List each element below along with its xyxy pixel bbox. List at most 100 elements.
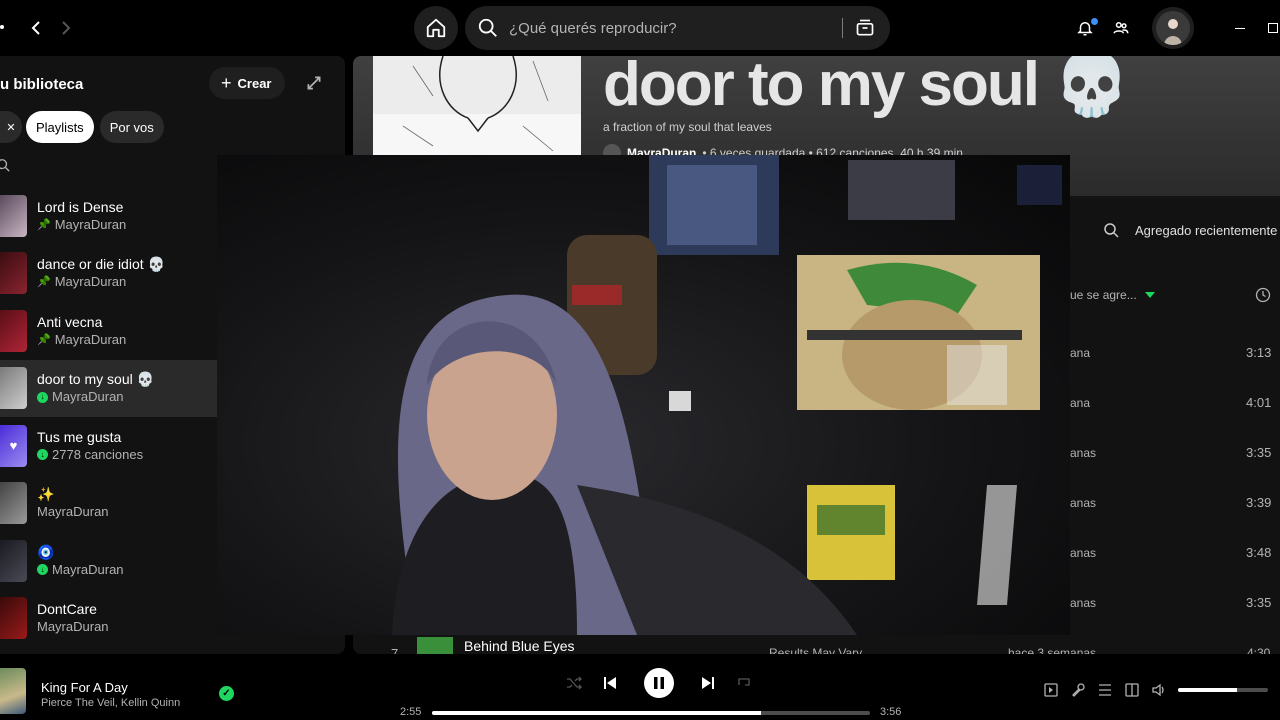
total-time: 3:56	[880, 706, 902, 718]
volume-slider[interactable]	[1178, 688, 1268, 692]
library-search-icon[interactable]	[0, 158, 10, 172]
chip-playlists[interactable]: Playlists	[26, 111, 94, 143]
track-album[interactable]: Results May Vary	[769, 646, 862, 654]
track-row[interactable]: 7 Behind Blue Eyes Results May Vary hace…	[353, 634, 1280, 654]
track-added: hace 3 semanas	[1008, 646, 1097, 654]
now-playing-view-icon[interactable]	[1043, 682, 1059, 698]
avatar[interactable]	[1152, 7, 1194, 49]
library-item-text: DontCare MayraDuran	[37, 600, 109, 636]
now-playing-cover[interactable]	[0, 668, 26, 714]
library-item[interactable]: ✨ MayraDuran	[0, 475, 217, 533]
avatar-image	[1156, 11, 1190, 45]
now-playing-title[interactable]: King For A Day	[41, 680, 128, 695]
clear-filter-button[interactable]: ✕	[0, 111, 22, 143]
microphone-icon[interactable]	[1070, 682, 1086, 698]
library-item[interactable]: Anti vecna 📌 MayraDuran	[0, 302, 217, 360]
track-added: ana	[1070, 346, 1091, 360]
filter-chips: ✕ Playlists Por vos	[0, 111, 164, 143]
search-in-playlist-icon[interactable]	[1103, 222, 1119, 238]
previous-button[interactable]	[598, 671, 622, 695]
library-item-thumbnail: ♥	[0, 424, 27, 467]
search-input[interactable]	[509, 19, 829, 37]
volume-icon[interactable]	[1151, 682, 1167, 698]
webcam-feed-image	[392, 155, 1062, 635]
now-playing-artist[interactable]: Pierce The Veil, Kellin Quinn	[41, 697, 180, 709]
search-bar[interactable]	[465, 6, 890, 50]
track-duration: 3:35	[1246, 445, 1272, 460]
library-item-subtitle: 📌 MayraDuran	[37, 216, 126, 234]
chevron-left-icon	[31, 21, 40, 35]
expand-icon[interactable]	[305, 74, 323, 92]
track-added: anas	[1070, 546, 1097, 560]
library-item-subtitle: 📌 MayraDuran	[37, 273, 165, 291]
player-bar: King For A Day Pierce The Veil, Kellin Q…	[0, 654, 1280, 720]
playlist-title: door to my soul 💀	[603, 56, 1130, 119]
column-added-label: ue se agre...	[1070, 288, 1137, 302]
library-item-thumbnail	[0, 194, 27, 237]
library-item-text: Lord is Dense 📌 MayraDuran	[37, 198, 126, 234]
create-button[interactable]: + Crear	[209, 67, 286, 99]
maximize-icon	[1268, 23, 1278, 33]
track-added: anas	[1070, 596, 1097, 610]
home-icon	[426, 18, 446, 38]
back-button[interactable]	[22, 14, 50, 42]
chevron-right-icon	[62, 21, 71, 35]
library-item-thumbnail	[0, 252, 27, 295]
library-item-name: Lord is Dense	[37, 198, 124, 215]
friends-activity-button[interactable]	[1112, 16, 1136, 40]
progress-bar[interactable]	[432, 711, 870, 715]
library-item-owner: MayraDuran	[52, 561, 124, 577]
forward-button[interactable]	[52, 14, 80, 42]
heart-icon: ♥	[9, 438, 18, 454]
create-label: Crear	[237, 75, 272, 91]
elapsed-time: 2:55	[400, 706, 422, 718]
library-item-owner: MayraDuran	[37, 504, 109, 520]
webcam-overlay	[217, 155, 1070, 635]
library-item-text: Anti vecna 📌 MayraDuran	[37, 313, 126, 349]
track-duration: 4:01	[1246, 395, 1272, 410]
maximize-button[interactable]	[1268, 0, 1280, 56]
library-item-subtitle: MayraDuran	[37, 618, 109, 636]
library-item[interactable]: door to my soul 💀 ↓ MayraDuran	[0, 359, 217, 417]
library-item[interactable]: dance or die idiot 💀 📌 MayraDuran	[0, 245, 217, 303]
library-item-subtitle: MayraDuran	[37, 503, 109, 521]
shuffle-button[interactable]	[562, 671, 586, 695]
library-item[interactable]: 🧿 ↓ MayraDuran	[0, 532, 217, 590]
connect-device-icon[interactable]	[1124, 682, 1140, 698]
library-item-subtitle: 📌 MayraDuran	[37, 331, 126, 349]
playlist-description: a fraction of my soul that leaves	[603, 120, 772, 134]
library-item-owner: MayraDuran	[54, 216, 127, 232]
library-item[interactable]: Lord is Dense 📌 MayraDuran	[0, 187, 217, 245]
browse-button[interactable]	[853, 16, 877, 40]
pin-icon: 📌	[37, 218, 51, 231]
chip-por-vos[interactable]: Por vos	[99, 111, 164, 143]
library-item-thumbnail	[0, 482, 27, 525]
track-number: 7	[391, 646, 399, 654]
library-item-name: ✨	[37, 486, 55, 503]
playlist-cover[interactable]	[373, 56, 581, 156]
library-item-thumbnail	[0, 309, 27, 352]
search-divider	[842, 18, 843, 38]
library-item[interactable]: ♥ Tus me gusta ↓ 2778 canciones	[0, 417, 217, 475]
library-item[interactable]: DontCare MayraDuran	[0, 590, 217, 648]
repeat-icon	[738, 678, 750, 686]
track-title[interactable]: Behind Blue Eyes	[464, 638, 575, 654]
queue-icon[interactable]	[1097, 682, 1113, 698]
saved-check-icon[interactable]: ✓	[219, 686, 234, 701]
notifications-button[interactable]	[1076, 16, 1100, 40]
track-duration: 3:13	[1246, 345, 1272, 360]
menu-dots-icon[interactable]	[0, 25, 4, 29]
track-added: anas	[1070, 496, 1097, 510]
sort-dropdown[interactable]: Agregado recientemente	[1135, 223, 1277, 238]
repeat-button[interactable]	[732, 671, 756, 695]
track-added: anas	[1070, 446, 1097, 460]
next-button[interactable]	[696, 671, 720, 695]
close-icon: ✕	[6, 121, 16, 134]
progress-fill	[432, 711, 761, 715]
pause-button[interactable]	[644, 668, 674, 698]
column-added[interactable]: ue se agre...	[1070, 288, 1155, 302]
playback-controls	[562, 668, 756, 698]
minimize-button[interactable]	[1212, 0, 1268, 56]
sort-controls: Agregado recientemente	[1103, 222, 1277, 238]
home-button[interactable]	[414, 6, 458, 50]
